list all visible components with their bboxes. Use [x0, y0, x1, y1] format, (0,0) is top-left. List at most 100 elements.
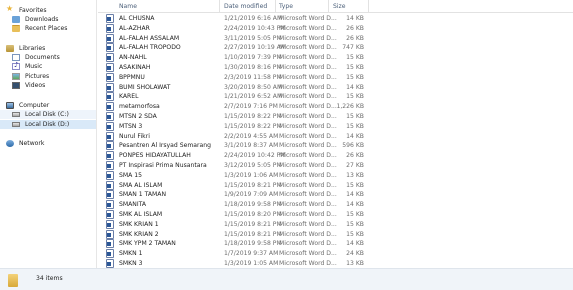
file-date-modified: 1/9/2019 7:09 AM: [224, 191, 279, 199]
nav-computer[interactable]: Computer: [6, 101, 49, 110]
file-name: PT Inspirasi Prima Nusantara: [119, 162, 207, 169]
file-row[interactable]: PT Inspirasi Prima Nusantara 3/12/2019 5:…: [98, 161, 573, 171]
file-row[interactable]: SMANITA 1/18/2019 9:58 PM Microsoft Word D…: [98, 200, 573, 210]
file-row[interactable]: SMA 15 1/3/2019 1:06 AM Microsoft Word D..…: [98, 170, 573, 181]
file-size: 14 KB: [346, 201, 364, 209]
file-type: Microsoft Word D...: [279, 191, 337, 199]
file-name: SMK AL ISLAM: [119, 211, 163, 218]
file-date-modified: 1/18/2019 9:58 PM: [224, 201, 282, 209]
file-date-modified: 3/11/2019 5:05 PM: [224, 34, 282, 42]
nav-favorites[interactable]: Favorites: [6, 4, 47, 15]
documents-icon: [12, 54, 20, 61]
file-type: Microsoft Word D...: [279, 93, 337, 101]
nav-label: Music: [25, 63, 43, 70]
recent-places-icon: [12, 25, 20, 32]
file-type: Microsoft Word D...: [279, 64, 337, 71]
file-row[interactable]: BUMI SHOLAWAT 3/20/2019 8:50 AM Microsoft …: [98, 82, 573, 93]
file-date-modified: 2/24/2019 10:43 PM: [224, 24, 286, 32]
nav-label: Documents: [25, 54, 60, 61]
file-type: Microsoft Word D...: [279, 162, 337, 169]
file-date-modified: 1/21/2019 6:52 AM: [224, 93, 283, 101]
file-row[interactable]: SMKN 1 1/7/2019 9:37 AM Microsoft Word D..…: [98, 249, 573, 259]
file-type: Microsoft Word D...: [279, 220, 337, 228]
nav-recent-places[interactable]: Recent Places: [12, 24, 67, 33]
music-icon: [12, 61, 20, 70]
word-document-icon: [106, 33, 114, 43]
file-row[interactable]: AL CHUSNA 1/21/2019 6:16 AM Microsoft Word…: [98, 14, 573, 24]
file-row[interactable]: BPPMNU 2/3/2019 11:58 PM Microsoft Word D.…: [98, 72, 573, 83]
nav-documents[interactable]: Documents: [12, 53, 60, 62]
file-row[interactable]: SMA AL ISLAM 1/15/2019 8:21 PM Microsoft W…: [98, 180, 573, 191]
file-row[interactable]: SMK YPM 2 TAMAN 1/18/2019 9:58 PM Microsof…: [98, 239, 573, 249]
file-row[interactable]: AL-FALAH TROPODO 2/27/2019 10:19 AM Micros…: [98, 43, 573, 53]
file-name: SMK KRIAN 1: [119, 220, 159, 228]
word-document-icon: [106, 259, 114, 268]
status-bar: 34 items: [0, 268, 573, 290]
file-name: PONPES HIDAYATULLAH: [119, 152, 191, 160]
downloads-folder-icon: [12, 16, 20, 23]
nav-local-disk-d[interactable]: Local Disk (D:): [0, 120, 96, 129]
file-row[interactable]: PONPES HIDAYATULLAH 2/24/2019 10:42 PM Mic…: [98, 151, 573, 161]
file-row[interactable]: SMK KRIAN 1 1/15/2019 8:21 PM Microsoft Wo…: [98, 219, 573, 230]
file-size: 15 KB: [346, 54, 364, 62]
nav-libraries[interactable]: Libraries: [6, 44, 45, 53]
file-type: Microsoft Word D...: [279, 181, 337, 189]
file-row[interactable]: ASAKINAH 1/30/2019 8:16 PM Microsoft Word …: [98, 63, 573, 73]
file-size: 24 KB: [346, 250, 364, 258]
file-row[interactable]: Pesantren Al Irsyad Semarang 3/1/2019 8:3…: [98, 141, 573, 151]
column-date-header[interactable]: Date modified: [224, 3, 267, 10]
file-row[interactable]: AL-AZHAR 2/24/2019 10:43 PM Microsoft Word…: [98, 23, 573, 34]
file-row[interactable]: AN-NAHL 1/10/2019 7:39 PM Microsoft Word D…: [98, 53, 573, 63]
file-size: 15 KB: [346, 181, 364, 189]
pictures-icon: [12, 73, 20, 80]
network-icon: [6, 140, 14, 147]
column-size-header[interactable]: Size: [333, 3, 346, 10]
column-name-header[interactable]: Name: [119, 3, 137, 10]
word-document-icon: [106, 43, 114, 53]
file-row[interactable]: KAREL 1/21/2019 6:52 AM Microsoft Word D..…: [98, 92, 573, 102]
column-divider[interactable]: [219, 0, 220, 13]
file-row[interactable]: metamorfosa 2/7/2019 7:16 PM Microsoft Wor…: [98, 102, 573, 112]
word-document-icon: [106, 14, 114, 23]
word-document-icon: [106, 151, 114, 161]
nav-local-disk-c[interactable]: Local Disk (C:): [0, 110, 96, 119]
nav-label: Network: [19, 140, 45, 147]
file-size: 14 KB: [346, 15, 364, 22]
file-row[interactable]: MTSN 3 1/15/2019 8:22 PM Microsoft Word D.…: [98, 121, 573, 132]
file-type: Microsoft Word D...: [279, 240, 337, 248]
file-row[interactable]: MTSN 2 SDA 1/15/2019 8:22 PM Microsoft Wor…: [98, 112, 573, 122]
file-size: 15 KB: [346, 113, 364, 120]
file-size: 14 KB: [346, 240, 364, 248]
file-date-modified: 2/7/2019 7:16 PM: [224, 103, 278, 111]
column-divider[interactable]: [368, 0, 369, 13]
word-document-icon: [106, 102, 114, 112]
file-type: Microsoft Word D...: [279, 152, 337, 160]
nav-videos[interactable]: Videos: [12, 81, 45, 90]
column-type-header[interactable]: Type: [279, 3, 293, 10]
star-icon: [6, 4, 14, 14]
column-divider[interactable]: [328, 0, 329, 13]
file-row[interactable]: AL-FALAH ASSALAM 3/11/2019 5:05 PM Microso…: [98, 33, 573, 44]
file-date-modified: 1/18/2019 9:58 PM: [224, 240, 282, 248]
column-divider[interactable]: [275, 0, 276, 13]
file-date-modified: 1/10/2019 7:39 PM: [224, 54, 282, 62]
file-row[interactable]: SMKN 3 1/3/2019 1:05 AM Microsoft Word D..…: [98, 259, 573, 268]
nav-music[interactable]: Music: [12, 61, 43, 71]
file-size: 14 KB: [346, 132, 364, 140]
nav-network[interactable]: Network: [6, 139, 44, 148]
file-row[interactable]: Nurul Fikri 2/2/2019 4:55 AM Microsoft Wor…: [98, 131, 573, 142]
file-size: 15 KB: [346, 93, 364, 101]
file-name: SMK KRIAN 2: [119, 230, 159, 238]
file-name: SMANITA: [119, 201, 147, 209]
word-document-icon: [106, 141, 114, 151]
file-name: AL-FALAH ASSALAM: [119, 34, 180, 42]
nav-pictures[interactable]: Pictures: [12, 72, 49, 81]
nav-downloads[interactable]: Downloads: [12, 15, 58, 24]
file-row[interactable]: SMK AL ISLAM 1/15/2019 8:20 PM Microsoft W…: [98, 210, 573, 220]
word-document-icon: [106, 219, 114, 229]
file-type: Microsoft Word D...: [279, 230, 337, 238]
file-row[interactable]: SMAN 1 TAMAN 1/9/2019 7:09 AM Microsoft Wo…: [98, 190, 573, 200]
file-size: 14 KB: [346, 83, 364, 91]
file-row[interactable]: SMK KRIAN 2 1/15/2019 8:21 PM Microsoft Wo…: [98, 229, 573, 240]
file-type: Microsoft Word D...: [279, 15, 337, 22]
